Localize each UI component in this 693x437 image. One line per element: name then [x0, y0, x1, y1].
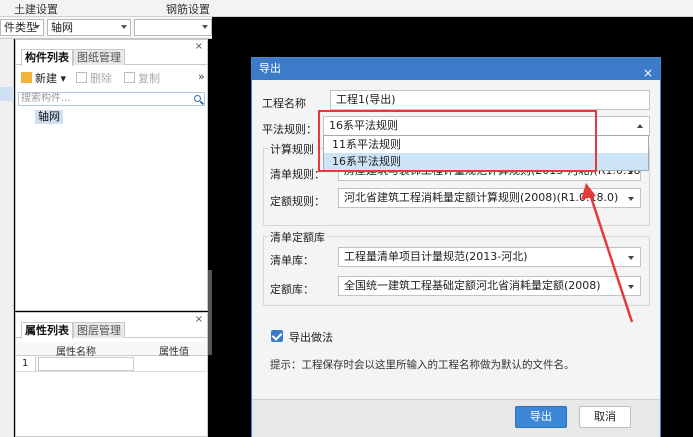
- component-type-select[interactable]: 件类型: [0, 19, 44, 36]
- search-input[interactable]: 搜索构件...: [18, 92, 205, 106]
- bill-lib-label: 清单库：: [270, 254, 314, 267]
- export-method-label: 导出做法: [289, 331, 333, 344]
- copy-button[interactable]: 复制: [124, 70, 160, 86]
- quota-lib-select[interactable]: 全国统一建筑工程基础定额河北省消耗量定额(2008): [338, 276, 641, 296]
- chevron-down-icon: [628, 285, 634, 289]
- close-icon[interactable]: ×: [643, 62, 653, 84]
- project-name-input[interactable]: 工程1(导出): [330, 90, 650, 110]
- panel-splitter-handle[interactable]: [208, 270, 212, 355]
- cancel-button[interactable]: 取消: [579, 406, 631, 428]
- chevron-down-icon: [121, 25, 127, 29]
- tab-component-list[interactable]: 构件列表: [21, 49, 73, 66]
- property-table-header: 属性名称 属性值: [16, 342, 207, 358]
- dialog-titlebar: 导出 ×: [252, 58, 660, 80]
- search-icon[interactable]: [194, 95, 201, 102]
- annotation-highlight-box: [318, 110, 597, 172]
- component-select-value: 轴网: [51, 21, 73, 34]
- new-icon: [21, 72, 32, 83]
- copy-label: 复制: [138, 72, 160, 85]
- bill-lib-select[interactable]: 工程量清单项目计量规范(2013-河北): [338, 247, 641, 267]
- component-list-panel: × 构件列表 图纸管理 新建 ▾ 删除 复制 » 搜索构件... 轴网: [15, 39, 208, 311]
- row-number: 1: [16, 356, 36, 372]
- project-name-label: 工程名称: [262, 97, 306, 110]
- tab-layer-management[interactable]: 图层管理: [73, 322, 125, 338]
- delete-label: 删除: [90, 72, 112, 85]
- chevron-down-icon: [628, 256, 634, 260]
- quota-rule-label: 定额规则：: [270, 195, 325, 208]
- nav-selected-item[interactable]: [0, 87, 14, 101]
- chevron-down-icon: [628, 197, 634, 201]
- export-button[interactable]: 导出: [515, 406, 567, 428]
- dialog-title: 导出: [259, 62, 281, 75]
- quota-lib-value: 全国统一建筑工程基础定额河北省消耗量定额(2008): [344, 279, 601, 292]
- bill-rule-label: 清单规则：: [270, 168, 325, 181]
- tab-drawing-management[interactable]: 图纸管理: [73, 49, 125, 65]
- new-button[interactable]: 新建 ▾: [21, 70, 66, 86]
- tree-item-axis-grid[interactable]: 轴网: [35, 110, 63, 124]
- delete-button[interactable]: 删除: [76, 70, 112, 86]
- export-method-checkbox[interactable]: [271, 330, 283, 342]
- quota-rule-value: 河北省建筑工程消耗量定额计算规则(2008)(R1.0.18.0): [344, 191, 619, 204]
- property-table: 属性名称 属性值 1: [16, 342, 207, 372]
- property-tabs: 属性列表 图层管理: [16, 322, 207, 339]
- component-select[interactable]: 轴网: [47, 19, 131, 36]
- extra-select[interactable]: [134, 19, 212, 36]
- property-name-cell[interactable]: [38, 357, 134, 371]
- calc-rules-title: 计算规则: [268, 141, 316, 157]
- left-nav-strip: [0, 39, 14, 437]
- table-row[interactable]: 1: [16, 356, 207, 372]
- copy-icon: [124, 72, 135, 83]
- menu-rebar-settings[interactable]: 钢筋设置: [166, 1, 210, 17]
- hint-text: 提示：工程保存时会以这里所输入的工程名称做为默认的文件名。: [270, 359, 575, 371]
- menu-civil-settings[interactable]: 土建设置: [14, 1, 58, 17]
- component-tabs: 构件列表 图纸管理: [16, 49, 207, 66]
- quota-rule-select[interactable]: 河北省建筑工程消耗量定额计算规则(2008)(R1.0.18.0): [338, 188, 641, 208]
- component-type-label: 件类型: [4, 21, 37, 34]
- chevron-down-icon: [202, 25, 208, 29]
- more-icon[interactable]: »: [198, 70, 205, 83]
- delete-icon: [76, 72, 87, 83]
- chevron-down-icon: [34, 25, 40, 29]
- search-placeholder: 搜索构件...: [21, 93, 71, 104]
- component-actions: 新建 ▾ 删除 复制 »: [16, 68, 207, 88]
- rule-label: 平法规则：: [262, 123, 317, 136]
- property-panel: × 属性列表 图层管理 属性名称 属性值 1: [15, 312, 208, 437]
- bill-lib-value: 工程量清单项目计量规范(2013-河北): [344, 250, 528, 263]
- top-menubar: 土建设置 钢筋设置: [0, 0, 693, 17]
- tab-property-list[interactable]: 属性列表: [21, 322, 73, 339]
- quota-lib-label: 定额库：: [270, 283, 314, 296]
- chevron-up-icon: [637, 124, 643, 128]
- new-label: 新建: [35, 72, 57, 85]
- lib-group-title: 清单定额库: [268, 229, 327, 245]
- canvas-top: [212, 17, 693, 39]
